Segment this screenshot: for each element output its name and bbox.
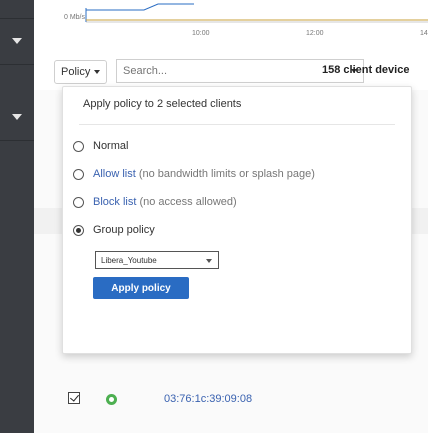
option-label: Block list	[93, 196, 137, 208]
chart-plot	[85, 3, 428, 23]
policy-button-label: Policy	[61, 66, 91, 78]
caret-down-icon	[94, 70, 101, 74]
sidebar-divider	[0, 140, 34, 141]
policy-option-allow-list[interactable]: Allow list (no bandwidth limits or splas…	[73, 166, 315, 182]
chart-x-tick: 12:00	[306, 30, 324, 37]
sidebar-expand-button-2[interactable]	[0, 98, 34, 136]
chart-x-tick: 14	[420, 30, 428, 37]
policy-dropdown-button[interactable]: Policy	[54, 60, 108, 84]
caret-down-icon	[12, 114, 22, 120]
chevron-down-icon	[206, 259, 212, 263]
apply-policy-panel: Apply policy to 2 selected clients Norma…	[62, 86, 412, 354]
chart-series-line	[86, 3, 194, 11]
table-row[interactable]: 03:76:1c:39:09:08	[34, 388, 428, 412]
online-status-icon	[106, 394, 117, 405]
radio-normal[interactable]	[73, 140, 84, 152]
usage-chart: 0 Mb/s 10:00 12:00 14	[34, 0, 428, 46]
client-mac-link[interactable]: 03:76:1c:39:09:08	[164, 393, 252, 405]
policy-option-block-list[interactable]: Block list (no access allowed)	[73, 194, 237, 210]
left-sidebar	[0, 0, 34, 433]
panel-divider	[79, 124, 395, 125]
chart-x-tick: 10:00	[192, 30, 210, 37]
option-label: Allow list	[93, 168, 136, 180]
radio-group-policy[interactable]	[73, 224, 84, 236]
option-label: Group policy	[93, 224, 155, 236]
caret-down-icon	[12, 38, 22, 44]
option-note: (no bandwidth limits or splash page)	[135, 168, 315, 180]
policy-option-normal[interactable]: Normal	[73, 138, 128, 154]
apply-policy-button[interactable]: Apply policy	[93, 277, 189, 299]
group-policy-select[interactable]: Libera_Youtube	[95, 251, 219, 269]
search-input[interactable]	[123, 65, 333, 77]
option-note: (no access allowed)	[136, 196, 237, 208]
radio-allow-list[interactable]	[73, 168, 84, 180]
row-checkbox[interactable]	[68, 392, 80, 404]
group-policy-select-value: Libera_Youtube	[101, 255, 157, 265]
option-label: Normal	[93, 140, 129, 152]
panel-title: Apply policy to 2 selected clients	[83, 98, 242, 110]
sidebar-divider	[0, 64, 34, 65]
radio-block-list[interactable]	[73, 196, 84, 208]
filter-bar: Policy	[54, 59, 364, 85]
policy-option-group-policy[interactable]: Group policy	[73, 222, 155, 238]
page: 0 Mb/s 10:00 12:00 14 Policy 158 client …	[0, 0, 428, 433]
sidebar-expand-button-1[interactable]	[0, 22, 34, 60]
client-count-label: 158 client device	[322, 64, 410, 76]
sidebar-divider	[0, 18, 34, 19]
